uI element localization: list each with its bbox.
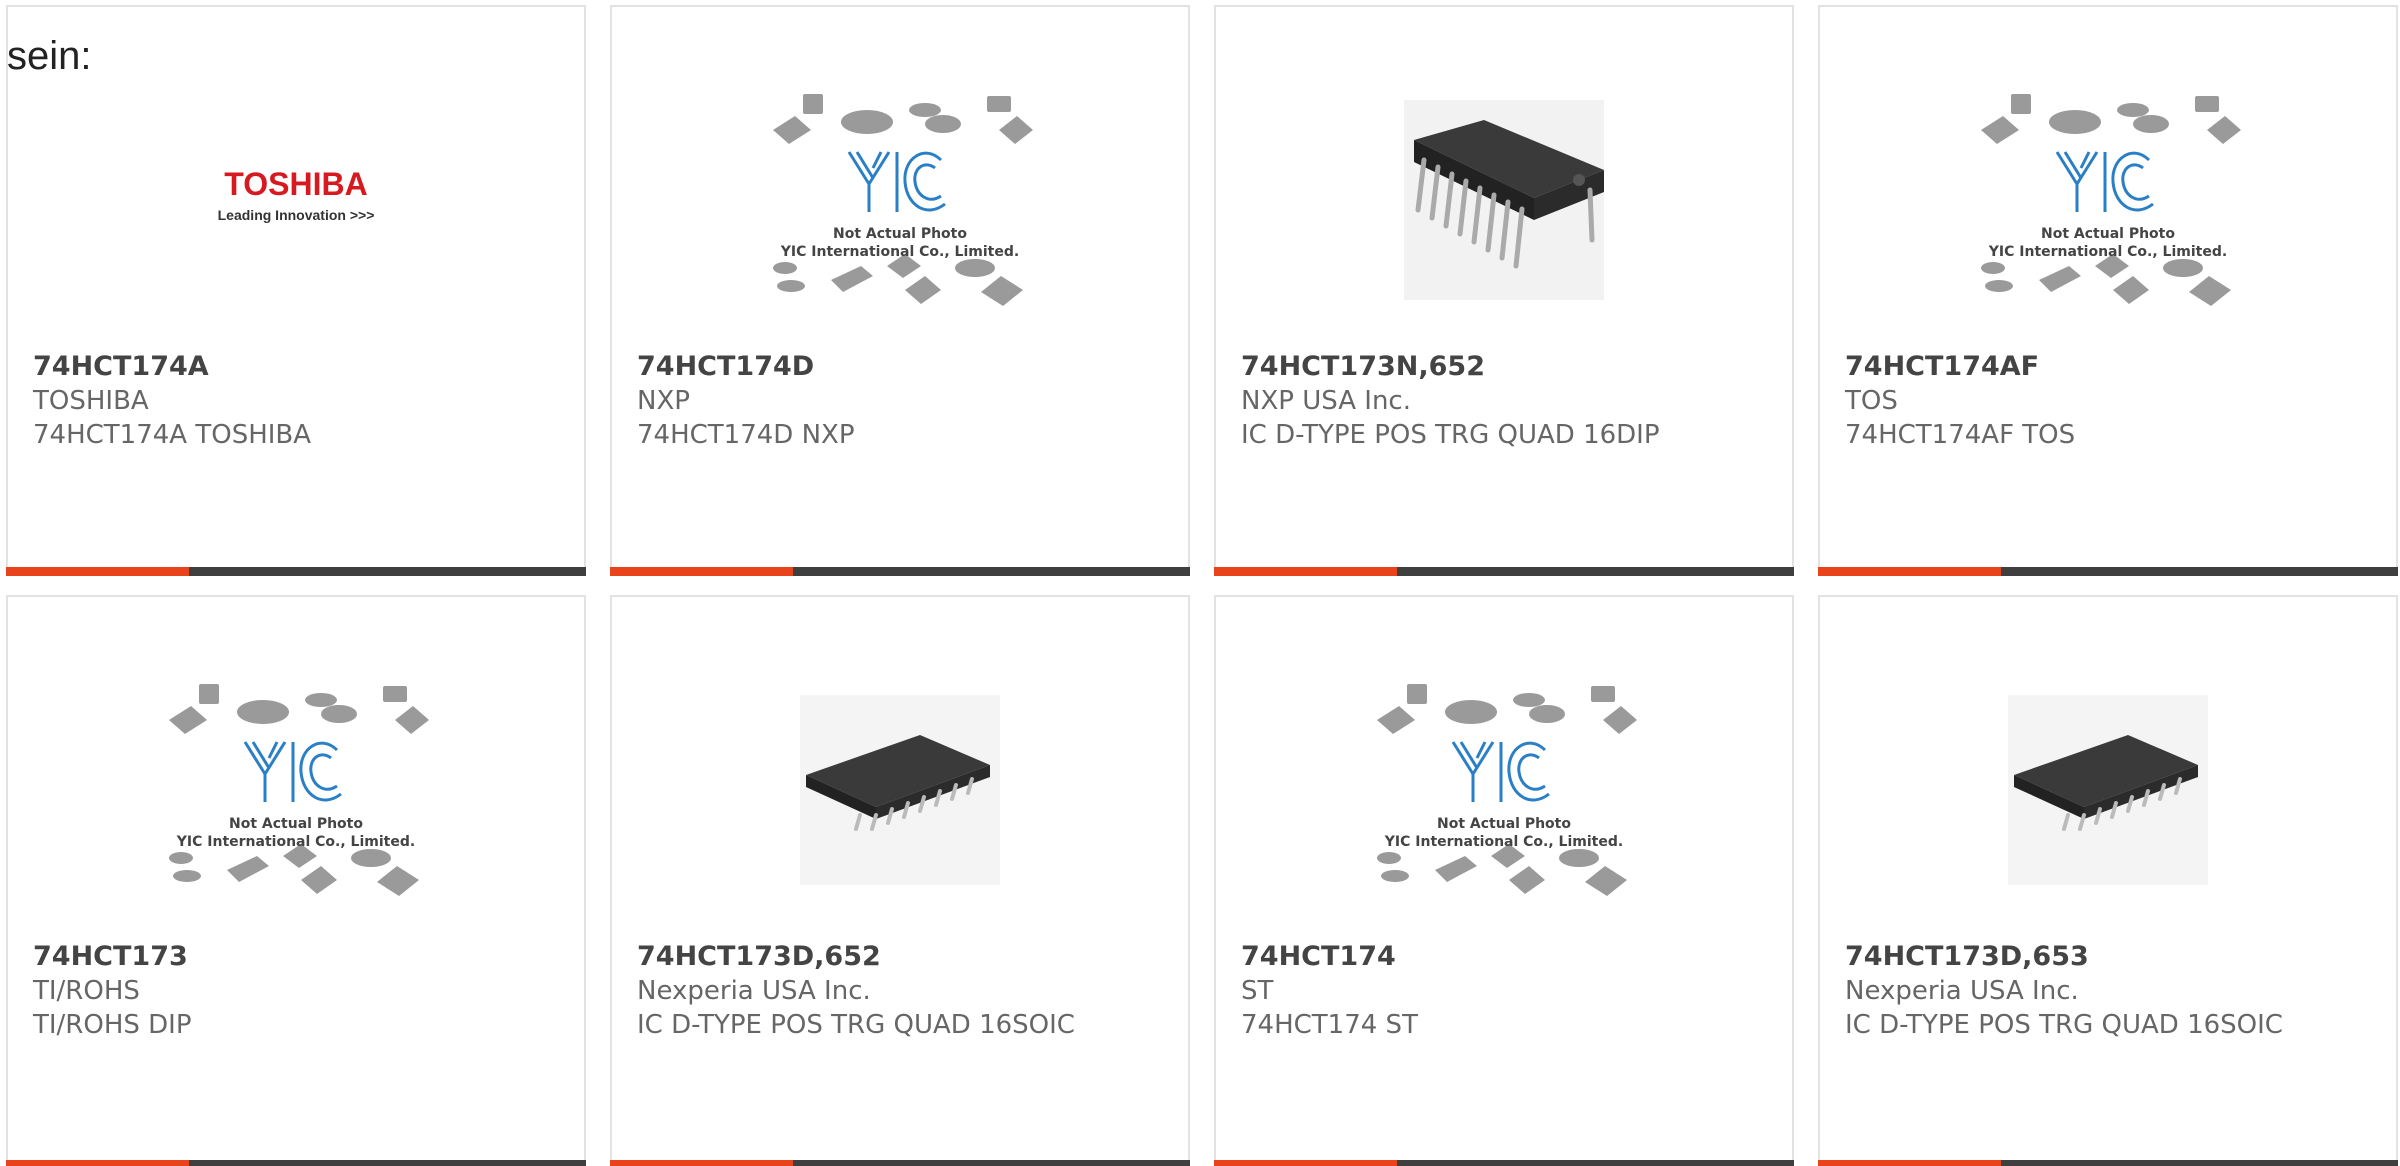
manufacturer: Nexperia USA Inc.	[1845, 976, 2079, 1006]
description: 74HCT174A TOSHIBA	[33, 420, 312, 450]
description: IC D-TYPE POS TRG QUAD 16SOIC	[637, 1010, 1075, 1040]
soic-chip-photo-icon	[2008, 695, 2208, 885]
card-accent-bar	[6, 567, 586, 576]
card-accent-bar	[1214, 567, 1794, 576]
svg-text:YIC International Co., Limited: YIC International Co., Limited.	[1988, 244, 2227, 260]
svg-text:Not Actual Photo: Not Actual Photo	[2041, 226, 2175, 242]
description: 74HCT174AF TOS	[1845, 420, 2076, 450]
product-card[interactable]: 74HCT173D,653 Nexperia USA Inc. IC D-TYP…	[1818, 595, 2398, 1166]
section-lead-text: sein:	[7, 34, 92, 78]
product-image[interactable]	[1820, 645, 2396, 935]
svg-text:YIC International Co., Limited: YIC International Co., Limited.	[780, 244, 1019, 260]
product-card[interactable]: Not Actual Photo YIC International Co., …	[1214, 595, 1794, 1166]
card-accent-bar	[610, 567, 1190, 576]
manufacturer: ST	[1241, 976, 1274, 1006]
product-card[interactable]: Not Actual Photo YIC International Co., …	[6, 595, 586, 1166]
part-number[interactable]: 74HCT173D,652	[637, 940, 1168, 974]
product-image[interactable]: Not Actual Photo YIC International Co., …	[1216, 645, 1792, 935]
part-number[interactable]: 74HCT174A	[33, 350, 564, 384]
product-card[interactable]: Not Actual Photo YIC International Co., …	[610, 5, 1190, 576]
yic-placeholder-icon: Not Actual Photo YIC International Co., …	[1981, 94, 2241, 306]
product-image[interactable]: Not Actual Photo YIC International Co., …	[612, 55, 1188, 345]
manufacturer: NXP USA Inc.	[1241, 386, 1411, 416]
product-card[interactable]: 74HCT173N,652 NXP USA Inc. IC D-TYPE POS…	[1214, 5, 1794, 576]
part-number[interactable]: 74HCT173N,652	[1241, 350, 1772, 384]
svg-text:YIC International Co., Limited: YIC International Co., Limited.	[176, 834, 415, 850]
part-number[interactable]: 74HCT174D	[637, 350, 1168, 384]
description: 74HCT174D NXP	[637, 420, 855, 450]
product-image[interactable]	[612, 645, 1188, 935]
svg-text:Not Actual Photo: Not Actual Photo	[833, 226, 967, 242]
svg-text:YIC International Co., Limited: YIC International Co., Limited.	[1384, 834, 1623, 850]
soic-chip-photo-icon	[800, 695, 1000, 885]
yic-placeholder-icon: Not Actual Photo YIC International Co., …	[773, 94, 1033, 306]
description: 74HCT174 ST	[1241, 1010, 1418, 1040]
product-card[interactable]: Not Actual Photo YIC International Co., …	[1818, 5, 2398, 576]
svg-text:Leading Innovation >>>: Leading Innovation >>>	[218, 207, 375, 223]
part-number[interactable]: 74HCT174	[1241, 940, 1772, 974]
svg-text:Not Actual Photo: Not Actual Photo	[1437, 816, 1571, 832]
part-number[interactable]: 74HCT173D,653	[1845, 940, 2376, 974]
dip-chip-photo-icon	[1404, 100, 1604, 300]
product-image[interactable]	[1216, 55, 1792, 345]
manufacturer: TI/ROHS	[33, 976, 140, 1006]
svg-text:TOSHIBA: TOSHIBA	[224, 166, 367, 202]
toshiba-logo-icon: TOSHIBA Leading Innovation >>>	[218, 166, 375, 223]
product-image[interactable]: Not Actual Photo YIC International Co., …	[8, 645, 584, 935]
manufacturer: Nexperia USA Inc.	[637, 976, 871, 1006]
yic-placeholder-icon: Not Actual Photo YIC International Co., …	[169, 684, 429, 896]
manufacturer: NXP	[637, 386, 690, 416]
product-image[interactable]: TOSHIBA Leading Innovation >>>	[8, 55, 584, 345]
part-number[interactable]: 74HCT173	[33, 940, 564, 974]
description: TI/ROHS DIP	[33, 1010, 192, 1040]
product-grid: TOSHIBA Leading Innovation >>> 74HCT174A…	[6, 5, 2398, 1166]
yic-placeholder-icon: Not Actual Photo YIC International Co., …	[1377, 684, 1637, 896]
manufacturer: TOS	[1845, 386, 1898, 416]
card-accent-bar	[1818, 567, 2398, 576]
product-card[interactable]: TOSHIBA Leading Innovation >>> 74HCT174A…	[6, 5, 586, 576]
description: IC D-TYPE POS TRG QUAD 16DIP	[1241, 420, 1660, 450]
description: IC D-TYPE POS TRG QUAD 16SOIC	[1845, 1010, 2283, 1040]
svg-text:Not Actual Photo: Not Actual Photo	[229, 816, 363, 832]
product-image[interactable]: Not Actual Photo YIC International Co., …	[1820, 55, 2396, 345]
product-card[interactable]: 74HCT173D,652 Nexperia USA Inc. IC D-TYP…	[610, 595, 1190, 1166]
manufacturer: TOSHIBA	[33, 386, 149, 416]
part-number[interactable]: 74HCT174AF	[1845, 350, 2376, 384]
